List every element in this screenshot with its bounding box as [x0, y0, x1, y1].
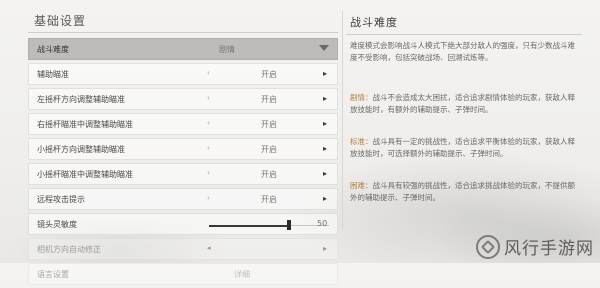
setting-value: 开启 [261, 120, 277, 129]
setting-label: 战斗难度 [37, 45, 69, 54]
setting-label: 小摇杆瞄准中调整辅助瞄准 [37, 170, 133, 179]
arrow-left-icon[interactable]: ‹ [207, 69, 210, 77]
setting-value: 开启 [261, 195, 277, 204]
description-intro: 难度模式会影响战斗人模式下绝大部分敌人的强度，只有少数战斗难度不受影响，包括突破… [350, 41, 575, 62]
setting-value: 开启 [261, 95, 277, 104]
arrow-right-icon[interactable]: ▸ [323, 194, 327, 203]
setting-label: 辅助瞄准 [37, 70, 69, 79]
arrow-right-icon[interactable]: ▸ [323, 69, 327, 78]
arrow-left-icon[interactable]: ‹ [207, 194, 210, 202]
description-panel: 战斗难度 难度模式会影响战斗人模式下绝大部分敌人的强度，只有少数战斗难度不受影响… [346, 8, 584, 258]
watermark: 风行手游网 [476, 234, 594, 259]
slider-value: 50 [317, 219, 328, 228]
arrow-right-icon[interactable]: ▸ [323, 244, 327, 253]
setting-label: 相机方向自动修正 [37, 245, 101, 254]
mode-text: 战斗不会造成太大困扰，适合追求剧情体验的玩家，获敌人释放技能时，有额外的辅助提示… [350, 93, 575, 114]
arrow-right-icon[interactable]: ▸ [323, 144, 327, 153]
setting-value: 开启 [261, 70, 277, 79]
setting-label: 右摇杆瞄准中调整辅助瞄准 [37, 120, 133, 129]
mode-separator: ： [365, 181, 373, 190]
arrow-left-icon[interactable]: ‹ [207, 94, 210, 102]
arrow-left-icon[interactable]: ‹ [207, 144, 210, 152]
settings-list: 战斗难度 剧情 辅助瞄准 ‹ 开启 ▸ 左摇杆方向调整辅助瞄准 ‹ 开启 ▸ 右… [28, 38, 338, 288]
fengxing-logo-icon [476, 234, 500, 259]
setting-row-ranged-attack-hint[interactable]: 远程攻击提示 ‹ 开启 ▸ [28, 188, 338, 210]
mode-description-standard: 标准：战斗具有一定的挑战性，适合追求平衡体验的玩家，获敌人释放技能时，可选择额外… [350, 136, 582, 160]
setting-row-small-stick-aiming-aim-assist[interactable]: 小摇杆瞄准中调整辅助瞄准 ‹ 开启 ▸ [28, 163, 338, 185]
slider-track-filled[interactable] [209, 225, 291, 227]
mode-separator: ： [365, 93, 373, 102]
setting-row-small-stick-direction-aim-assist[interactable]: 小摇杆方向调整辅助瞄准 ‹ 开启 ▸ [28, 138, 338, 160]
setting-label: 左摇杆方向调整辅助瞄准 [37, 95, 125, 104]
setting-value: 开启 [261, 170, 277, 179]
description-divider [346, 34, 582, 35]
setting-row-aim-assist[interactable]: 辅助瞄准 ‹ 开启 ▸ [28, 63, 338, 85]
setting-label: 语言设置 [37, 270, 69, 279]
setting-value: 开启 [261, 145, 277, 154]
arrow-right-icon[interactable]: ▸ [323, 169, 327, 178]
setting-value: 详细 [234, 270, 250, 279]
setting-row-camera-sensitivity[interactable]: 镜头灵敏度 50 [28, 213, 338, 235]
setting-row-camera-auto-correct[interactable]: 相机方向自动修正 ◂ ▸ [28, 238, 338, 260]
watermark-text: 风行手游网 [504, 239, 594, 259]
panel-divider [342, 10, 343, 230]
setting-label: 小摇杆方向调整辅助瞄准 [37, 145, 125, 154]
section-divider [28, 32, 338, 33]
mode-separator: ： [365, 137, 373, 146]
mode-name: 剧情 [350, 93, 365, 102]
mode-name: 标准 [350, 137, 365, 146]
setting-row-left-stick-aim-assist[interactable]: 左摇杆方向调整辅助瞄准 ‹ 开启 ▸ [28, 88, 338, 110]
mode-description-hard: 困难：战斗具有较强的挑战性，适合追求挑战体验的玩家，不提供额外的辅助提示、子弹时… [350, 180, 582, 204]
setting-value: 剧情 [219, 45, 235, 54]
arrow-left-icon[interactable]: ◂ [207, 244, 211, 252]
arrow-left-icon[interactable]: ‹ [207, 119, 210, 127]
setting-label: 远程攻击提示 [37, 195, 85, 204]
settings-panel: 基础设置 战斗难度 剧情 辅助瞄准 ‹ 开启 ▸ 左摇杆方向调整辅助瞄准 ‹ 开… [28, 8, 338, 285]
mode-text: 战斗具有一定的挑战性，适合追求平衡体验的玩家，获敌人释放技能时，可选择额外的辅助… [350, 137, 575, 158]
arrow-right-icon[interactable]: ▸ [323, 119, 327, 128]
description-title: 战斗难度 [350, 16, 398, 29]
section-title: 基础设置 [34, 14, 87, 28]
chevron-down-icon[interactable] [319, 45, 329, 51]
slider-thumb[interactable] [287, 220, 291, 230]
mode-description-story: 剧情：战斗不会造成太大困扰，适合追求剧情体验的玩家，获敌人释放技能时，有额外的辅… [350, 92, 582, 116]
setting-row-battle-difficulty[interactable]: 战斗难度 剧情 [28, 38, 338, 60]
setting-row-language[interactable]: 语言设置 详细 [28, 263, 338, 285]
arrow-right-icon[interactable]: ▸ [323, 94, 327, 103]
setting-label: 镜头灵敏度 [37, 220, 77, 229]
mode-text: 战斗具有较强的挑战性，适合追求挑战体验的玩家，不提供额外的辅助提示、子弹时间。 [350, 181, 575, 202]
mode-name: 困难 [350, 181, 365, 190]
setting-row-right-stick-aim-assist[interactable]: 右摇杆瞄准中调整辅助瞄准 ‹ 开启 ▸ [28, 113, 338, 135]
arrow-left-icon[interactable]: ‹ [207, 169, 210, 177]
